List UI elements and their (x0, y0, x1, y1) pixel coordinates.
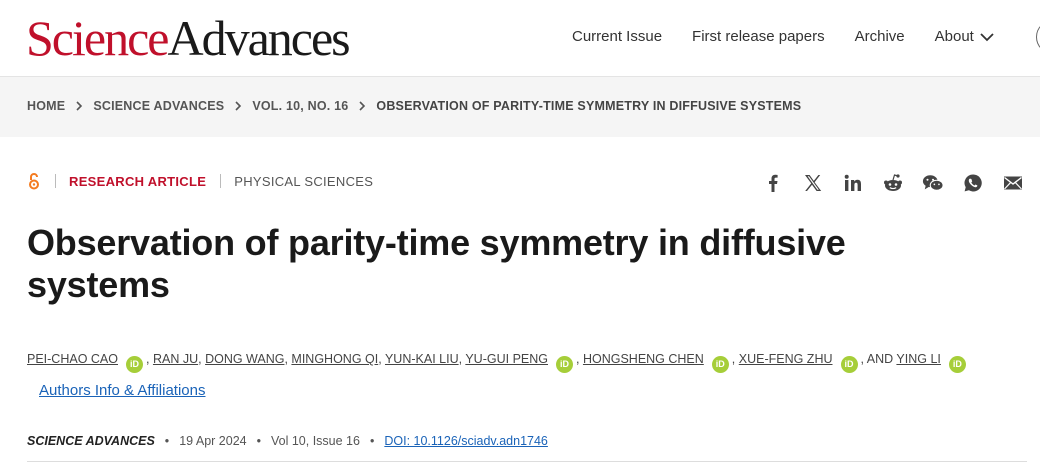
nav-about[interactable]: About (935, 28, 994, 45)
orcid-icon[interactable]: iD (948, 356, 966, 373)
article-subject[interactable]: PHYSICAL SCIENCES (234, 174, 373, 189)
nav-about-label: About (934, 28, 974, 45)
whatsapp-icon[interactable] (962, 172, 984, 194)
breadcrumb-current: OBSERVATION OF PARITY-TIME SYMMETRY IN D… (376, 99, 802, 113)
nav-first-release-papers[interactable]: First release papers (692, 28, 825, 45)
breadcrumb-journal[interactable]: SCIENCE ADVANCES (93, 99, 224, 113)
breadcrumb-bar: HOME SCIENCE ADVANCES VOL. 10, NO. 16 OB… (0, 77, 1040, 137)
wechat-icon[interactable] (922, 172, 944, 194)
chevron-right-icon (75, 101, 83, 111)
separator-dot: • (256, 434, 261, 448)
logo-advances-text: Advances (167, 10, 350, 66)
open-access-icon (27, 172, 41, 190)
nav-archive[interactable]: Archive (855, 28, 905, 45)
chevron-down-icon (980, 32, 994, 41)
breadcrumb-issue[interactable]: VOL. 10, NO. 16 (252, 99, 348, 113)
email-icon[interactable] (1002, 172, 1024, 194)
author-name[interactable]: YUN-KAI LIU (385, 352, 459, 366)
nav-current-issue[interactable]: Current Issue (572, 28, 662, 45)
author-name[interactable]: YU-GUI PENG (465, 352, 548, 366)
share-bar (762, 172, 1040, 194)
author-name[interactable]: MINGHONG QI (291, 352, 378, 366)
journal-name[interactable]: SCIENCE ADVANCES (27, 434, 155, 448)
author-name[interactable]: RAN JU (153, 352, 198, 366)
orcid-icon[interactable]: iD (711, 356, 729, 373)
author-list: PEI-CHAO CAO iD, RAN JU, DONG WANG, MINGH… (27, 343, 1027, 407)
reddit-icon[interactable] (882, 172, 904, 194)
author-name[interactable]: HONGSHENG CHEN (583, 352, 704, 366)
breadcrumb-home[interactable]: HOME (27, 99, 65, 113)
author-name[interactable]: PEI-CHAO CAO (27, 352, 118, 366)
facebook-icon[interactable] (762, 172, 784, 194)
orcid-icon[interactable]: iD (126, 356, 143, 373)
logo-science-text: Science (26, 10, 169, 66)
main-nav: Current Issue First release papers Archi… (572, 28, 1024, 45)
site-header: ScienceAdvances Current Issue First rele… (0, 0, 1040, 77)
divider (220, 174, 222, 188)
volume-issue[interactable]: Vol 10, Issue 16 (271, 434, 360, 448)
author-name[interactable]: YING LI (896, 352, 940, 366)
chevron-right-icon (234, 101, 242, 111)
publication-info: SCIENCE ADVANCES • 19 Apr 2024 • Vol 10,… (27, 434, 548, 448)
breadcrumb: HOME SCIENCE ADVANCES VOL. 10, NO. 16 OB… (27, 99, 801, 113)
divider (55, 174, 56, 188)
publication-date: 19 Apr 2024 (179, 434, 247, 448)
doi-link[interactable]: DOI: 10.1126/sciadv.adn1746 (384, 434, 548, 448)
article-title: Observation of parity-time symmetry in d… (27, 222, 846, 305)
divider (27, 461, 1027, 462)
separator-dot: • (369, 434, 375, 448)
orcid-icon[interactable]: iD (556, 356, 573, 373)
author-name[interactable]: XUE-FENG ZHU (739, 352, 833, 366)
orcid-icon[interactable]: iD (840, 356, 858, 373)
authors-info-affiliations-link[interactable]: Authors Info & Affiliations (39, 382, 206, 399)
author-conjunction: AND (866, 352, 894, 366)
article-meta: RESEARCH ARTICLE PHYSICAL SCIENCES (27, 172, 373, 190)
author-name[interactable]: DONG WANG (205, 352, 284, 366)
site-logo[interactable]: ScienceAdvances (26, 8, 351, 68)
x-icon[interactable] (802, 172, 824, 194)
article-type[interactable]: RESEARCH ARTICLE (69, 174, 206, 189)
linkedin-icon[interactable] (842, 172, 864, 194)
separator-dot: • (164, 434, 170, 448)
search-button[interactable] (1036, 20, 1040, 54)
chevron-right-icon (358, 101, 366, 111)
